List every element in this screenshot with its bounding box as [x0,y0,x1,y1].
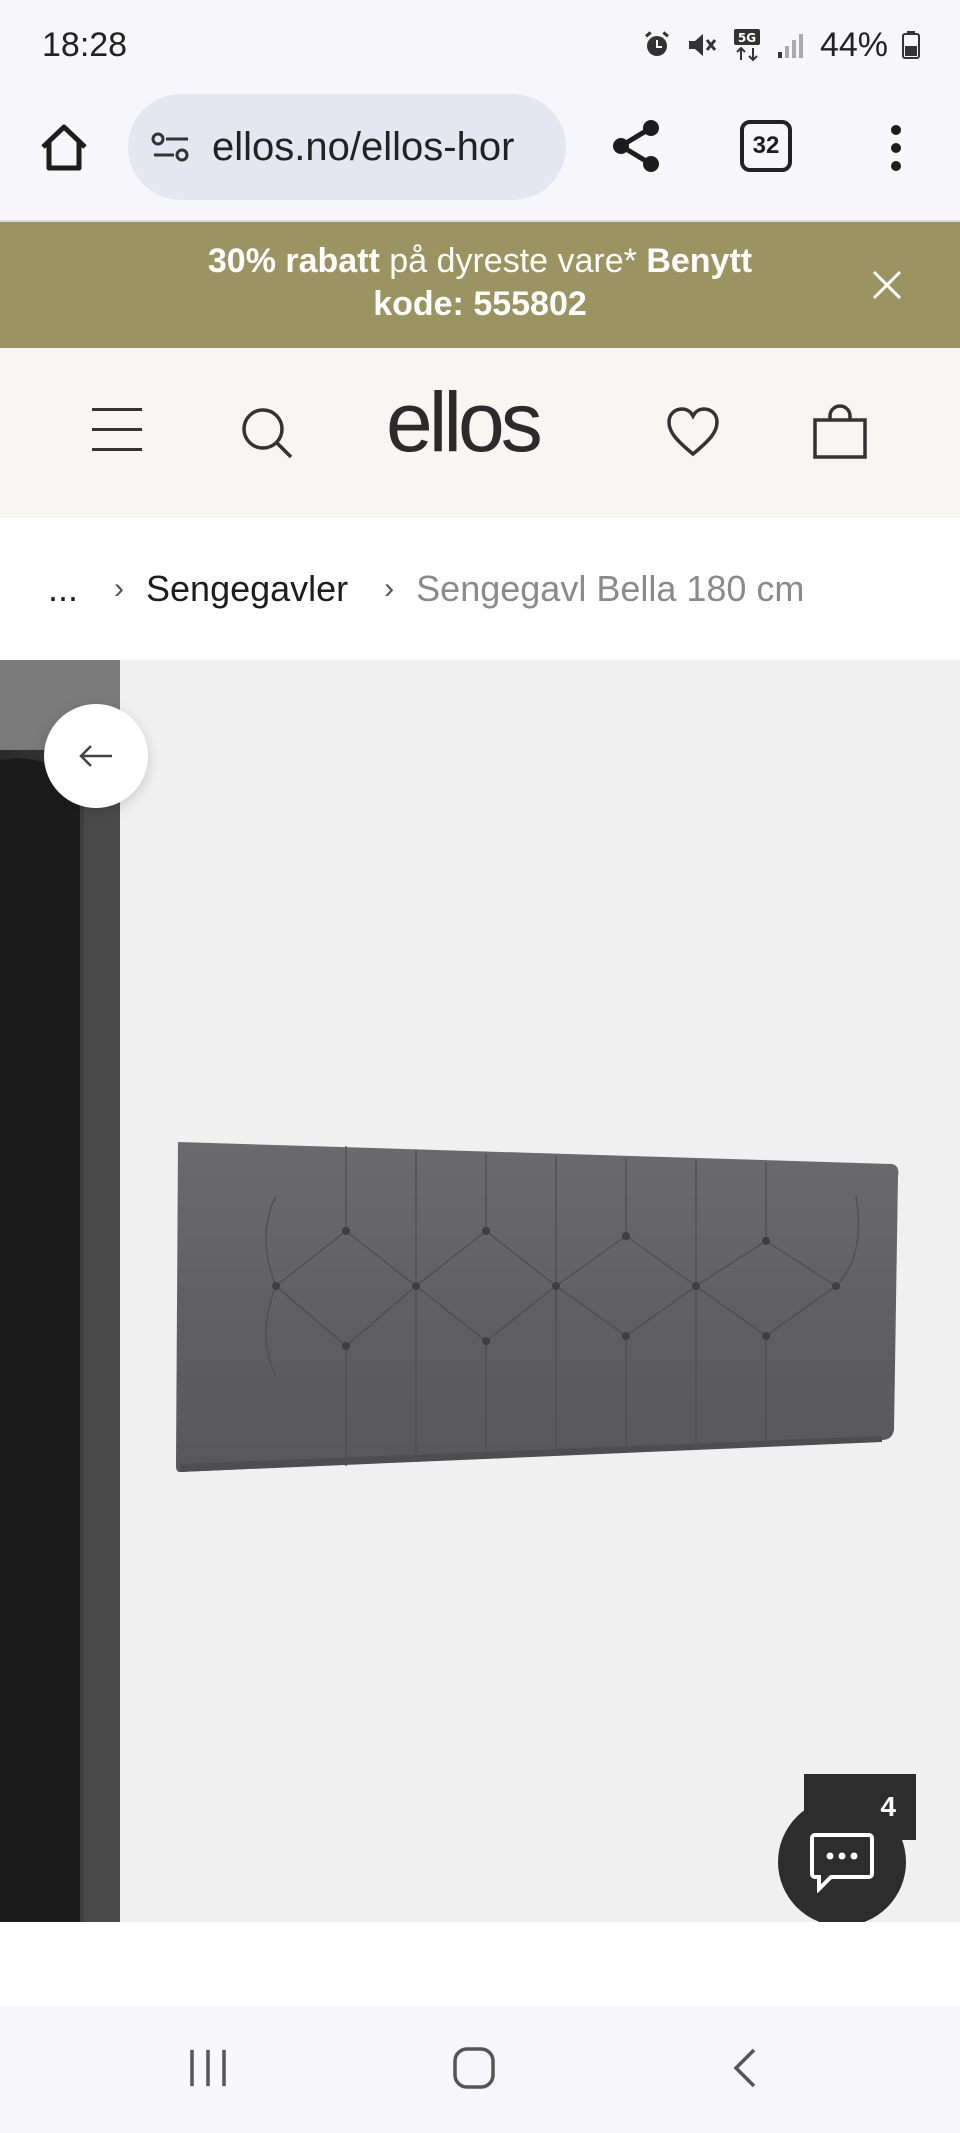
breadcrumb: ... › Sengegavler › Sengegavl Bella 180 … [0,518,960,660]
breadcrumb-ellipsis[interactable]: ... [48,568,78,610]
battery-icon [902,31,920,59]
heart-icon[interactable] [666,406,720,458]
site-header: ellos [0,348,960,518]
shopping-bag-icon[interactable] [812,404,868,460]
product-gallery[interactable]: 4 [0,660,960,1922]
alarm-icon [644,31,669,56]
home-icon [41,124,87,171]
signal-icon [777,34,803,58]
status-bar: 18:28 5G 44% [0,0,960,90]
content-area [0,1922,960,2008]
status-time: 18:28 [42,25,128,64]
previous-image-button[interactable] [44,704,148,808]
promo-discount: 30% rabatt [207,242,380,280]
chat-button[interactable] [778,1798,906,1922]
mute-icon [688,34,717,56]
promo-banner: 30% rabatt på dyreste vare* Benytt kode:… [0,222,960,348]
site-settings-icon[interactable] [150,130,192,164]
5g-icon: 5G [733,29,760,62]
headboard-image [176,1142,899,1472]
tabs-button[interactable]: 32 [740,120,792,172]
menu-icon[interactable] [92,408,142,452]
home-nav-icon[interactable] [452,2046,496,2090]
more-menu-button[interactable] [870,116,922,180]
share-icon [613,120,659,172]
previous-slide-image[interactable] [0,660,120,1922]
chevron-right-icon: › [114,572,125,605]
share-button[interactable] [604,114,668,178]
product-image[interactable] [120,660,960,1922]
url-text: ellos.no/ellos-hor [212,124,515,169]
close-icon[interactable] [870,268,904,302]
home-button[interactable] [32,116,96,180]
system-nav-bar [0,2006,960,2133]
breadcrumb-category[interactable]: Sengegavler [146,568,348,610]
arrow-left-icon [79,745,112,767]
back-nav-icon[interactable] [730,2046,760,2090]
breadcrumb-current: Sengegavl Bella 180 cm [416,568,805,609]
more-icon [891,125,901,171]
address-bar[interactable]: ellos.no/ellos-hor [128,94,566,200]
battery-percent: 44% [819,25,888,64]
svg-text:5G: 5G [738,31,756,45]
status-icons: 5G 44% [642,26,920,65]
browser-toolbar: ellos.no/ellos-hor 32 [0,90,960,222]
recent-apps-icon[interactable] [186,2046,230,2090]
search-icon[interactable] [240,406,294,460]
chevron-right-icon: › [384,572,395,605]
promo-text: 30% rabatt på dyreste vare* Benytt kode:… [200,240,760,326]
chat-icon [810,1833,874,1893]
promo-description: på dyreste vare* [379,242,647,280]
ellos-logo[interactable]: ellos [386,374,543,471]
